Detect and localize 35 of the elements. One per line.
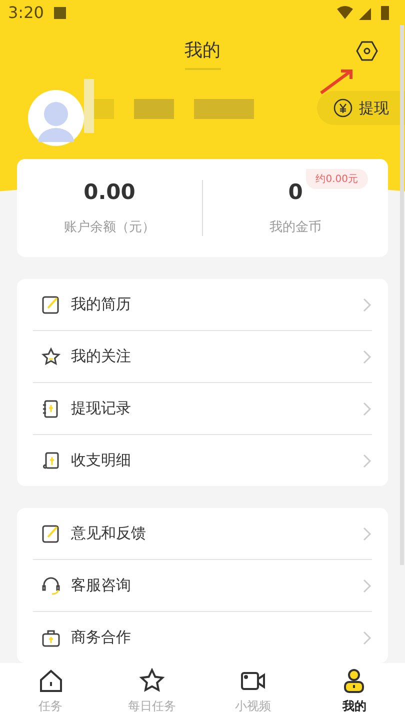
- home-icon: [38, 668, 64, 694]
- notebook-icon: [41, 398, 61, 418]
- stat-value: 0.00: [84, 180, 136, 204]
- settings-icon[interactable]: [355, 39, 379, 63]
- withdraw-button[interactable]: 提现: [317, 91, 405, 126]
- avatar: [28, 90, 84, 146]
- chevron-icon: [362, 400, 372, 416]
- headset-icon: [41, 576, 61, 596]
- tab[interactable]: 我的: [304, 663, 405, 720]
- receipt-icon: [41, 450, 61, 470]
- chevron-icon: [362, 348, 372, 364]
- coin-badge: 约0.00元: [306, 169, 368, 190]
- status-time: 3:20: [8, 3, 44, 22]
- stat-label: 我的金币: [270, 219, 322, 236]
- menu-item[interactable]: 收支明细: [33, 434, 372, 486]
- chevron-icon: [362, 296, 372, 312]
- stat-label: 账户余额（元）: [64, 219, 155, 236]
- chevron-icon: [362, 526, 372, 542]
- star-icon: [41, 346, 61, 366]
- page-title: 我的: [184, 38, 220, 70]
- menu-item[interactable]: 客服咨询: [33, 559, 372, 611]
- briefcase-icon: [41, 628, 61, 648]
- menu-item[interactable]: 我的简历: [33, 279, 372, 330]
- chevron-icon: [362, 452, 372, 468]
- yen-icon: [333, 98, 353, 118]
- menu-item[interactable]: 意见和反馈: [33, 508, 372, 559]
- edit-icon: [41, 294, 61, 314]
- chevron-icon: [362, 578, 372, 594]
- chevron-icon: [362, 630, 372, 646]
- menu-item[interactable]: 提现记录: [33, 382, 372, 434]
- edit-icon: [41, 524, 61, 544]
- menu-item[interactable]: 我的关注: [33, 330, 372, 382]
- star-icon: [138, 668, 165, 694]
- arrow-icon: [319, 67, 355, 95]
- stat-value: 0: [288, 180, 303, 204]
